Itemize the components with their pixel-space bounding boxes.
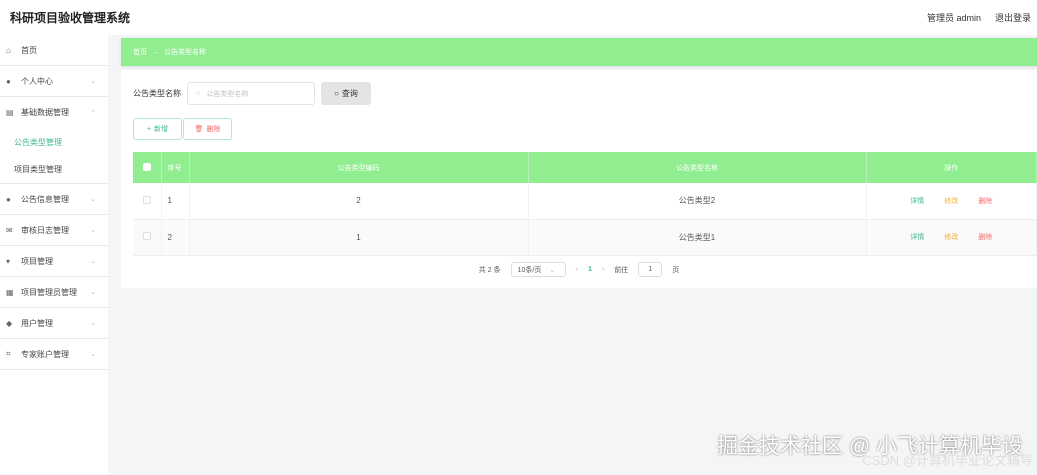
col-index[interactable]: 序号: [161, 152, 190, 183]
sidebar-item-profile[interactable]: ● 个人中心 ⌄: [0, 66, 108, 97]
label: 审核日志管理: [21, 225, 69, 235]
search-label: 公告类型名称: [133, 89, 181, 98]
chevron-down-icon: ⌄: [90, 227, 96, 234]
trash-icon: 🗑: [194, 126, 204, 133]
sidebar: ⌂ 首页 ● 个人中心 ⌄ ▤ 基础数据管理 ⌃ 公告类型管理 项目类型管理 ● 公告信息管…: [0, 35, 108, 475]
row-checkbox[interactable]: [133, 183, 162, 220]
label: 项目管理: [21, 256, 53, 266]
edit-button[interactable]: 修改: [944, 198, 958, 205]
admin-icon: ▦: [6, 287, 14, 297]
select-all-checkbox[interactable]: [133, 152, 162, 183]
delete-button[interactable]: 🗑 删除: [183, 118, 232, 140]
chevron-up-icon: ⌃: [90, 109, 96, 117]
cell-name: 公告类型1: [528, 219, 867, 256]
page-1[interactable]: 1: [588, 266, 592, 273]
content-panel: 公告类型名称 ○ 公告类型名称 ○ 查询 + 新增 🗑 删除 序号 公告类型编码 公告类…: [121, 70, 1037, 288]
detail-button[interactable]: 详情: [910, 198, 924, 205]
sidebar-item-project[interactable]: ▾ 项目管理 ⌄: [0, 246, 108, 277]
detail-button[interactable]: 详情: [910, 234, 924, 241]
goto-label: 前往: [614, 266, 629, 274]
col-code[interactable]: 公告类型编码: [189, 152, 529, 183]
chevron-down-icon: ⌄: [90, 351, 96, 358]
sidebar-item-home[interactable]: ⌂ 首页: [0, 35, 108, 66]
next-page-button[interactable]: ›: [602, 266, 604, 273]
search-icon: ○: [196, 90, 201, 97]
total-count: 共 2 条: [478, 266, 501, 274]
sidebar-item-experts[interactable]: ⌗ 专家账户管理 ⌄: [0, 339, 108, 370]
page-suffix: 页: [672, 266, 680, 274]
cell-code: 1: [189, 219, 529, 256]
users-icon: ◆: [6, 318, 13, 328]
mail-icon: ✉: [6, 225, 13, 235]
breadcrumb-home[interactable]: 首页: [133, 47, 147, 57]
user-icon: ●: [6, 194, 11, 204]
sidebar-item-project-admin[interactable]: ▦ 项目管理员管理 ⌄: [0, 277, 108, 308]
sidebar-item-notice[interactable]: ● 公告信息管理 ⌄: [0, 184, 108, 215]
chevron-down-icon: ⌄: [90, 78, 96, 85]
breadcrumb: 首页 → 公告类型名称: [121, 38, 1037, 66]
table-row: 1 2 公告类型2 详情 修改 删除: [133, 183, 1037, 220]
label: 删除: [206, 126, 221, 133]
search-button[interactable]: ○ 查询: [321, 82, 371, 105]
chevron-down-icon: ⌄: [90, 320, 96, 327]
label: 首页: [21, 45, 37, 55]
pagination: 共 2 条 10条/页 ⌄ ‹ 1 › 前往 1 页: [121, 262, 1037, 277]
row-delete-button[interactable]: 删除: [978, 198, 992, 205]
cell-name: 公告类型2: [528, 183, 867, 220]
chevron-down-icon: ⌄: [90, 258, 96, 265]
search-icon: ○: [334, 89, 339, 98]
page-size-select[interactable]: 10条/页 ⌄: [510, 262, 566, 277]
breadcrumb-current: 公告类型名称: [164, 49, 206, 56]
add-button[interactable]: + 新增: [133, 118, 182, 140]
table-row: 2 1 公告类型1 详情 修改 删除: [133, 219, 1037, 256]
sidebar-subitem-notice-type[interactable]: 公告类型管理: [0, 128, 108, 156]
chevron-down-icon: ⌄: [90, 289, 96, 296]
data-table: 序号 公告类型编码 公告类型名称 操作 1 2 公告类型2 详情 修改 删除 2 1…: [133, 152, 1037, 256]
logout-link[interactable]: 退出登录: [995, 13, 1031, 23]
row-checkbox[interactable]: [133, 219, 162, 256]
watermark-csdn: CSDN @计算机毕业论文辅导: [862, 453, 1033, 468]
cell-code: 2: [189, 183, 529, 220]
goto-input[interactable]: 1: [638, 262, 663, 277]
chevron-down-icon: ⌄: [90, 196, 96, 203]
data-icon: ▤: [6, 108, 14, 117]
label: 用户管理: [21, 318, 53, 328]
cell-index: 1: [161, 183, 190, 220]
cell-index: 2: [161, 219, 190, 256]
row-delete-button[interactable]: 删除: [978, 234, 992, 241]
label: 基础数据管理: [21, 108, 69, 117]
label: 新增: [154, 126, 169, 133]
label: 公告信息管理: [21, 194, 69, 204]
sidebar-item-base-data[interactable]: ▤ 基础数据管理 ⌃: [0, 97, 108, 128]
plus-icon: +: [146, 125, 152, 133]
home-icon: ⌂: [6, 45, 11, 55]
search-input[interactable]: ○ 公告类型名称: [187, 82, 315, 105]
sidebar-item-audit-log[interactable]: ✉ 审核日志管理 ⌄: [0, 215, 108, 246]
edit-button[interactable]: 修改: [944, 234, 958, 241]
sidebar-item-users[interactable]: ◆ 用户管理 ⌄: [0, 308, 108, 339]
top-bar: 科研项目验收管理系统 管理员 admin 退出登录: [0, 0, 1037, 35]
table-header: 序号 公告类型编码 公告类型名称 操作: [133, 152, 1037, 183]
search-placeholder: 公告类型名称: [206, 90, 249, 98]
expert-icon: ⌗: [6, 349, 11, 358]
app-title: 科研项目验收管理系统: [10, 11, 131, 25]
project-icon: ▾: [6, 256, 11, 266]
label: 查询: [341, 89, 358, 98]
user-icon: ●: [6, 76, 11, 86]
current-user: 管理员 admin: [926, 13, 981, 23]
label: 专家账户管理: [21, 349, 69, 359]
label: 项目管理员管理: [21, 287, 77, 297]
col-actions: 操作: [866, 152, 1037, 183]
col-name[interactable]: 公告类型名称: [528, 152, 867, 183]
sidebar-subitem-project-type[interactable]: 项目类型管理: [0, 156, 108, 184]
prev-page-button[interactable]: ‹: [576, 266, 578, 273]
arrow-right-icon: →: [152, 48, 159, 56]
chevron-down-icon: ⌄: [549, 266, 556, 274]
label: 10条/页: [517, 266, 542, 274]
label: 个人中心: [21, 76, 53, 86]
